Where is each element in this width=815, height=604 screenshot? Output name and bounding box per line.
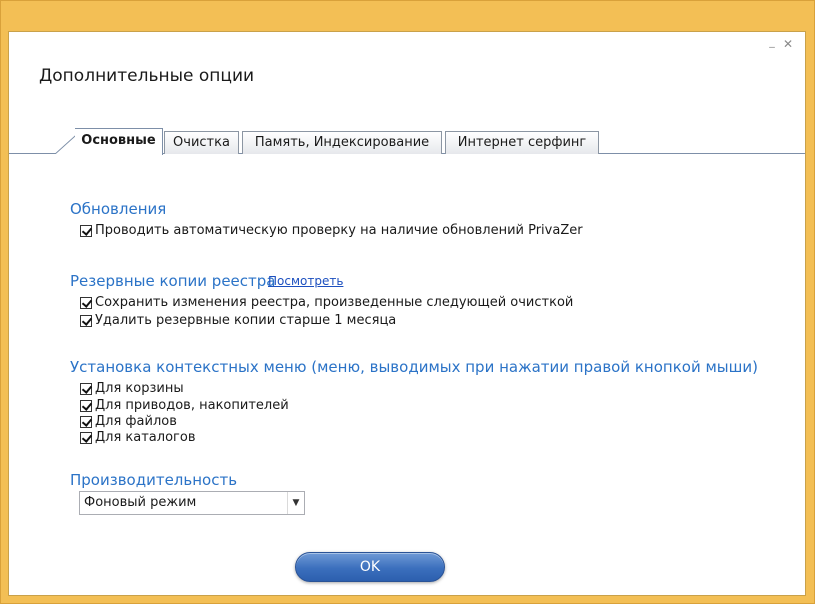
close-icon[interactable]: ✕ <box>781 37 795 51</box>
checkbox-row-auto-update[interactable]: Проводить автоматическую проверку на нал… <box>80 223 583 238</box>
performance-select[interactable]: Фоновый режим ▼ <box>79 491 305 515</box>
select-value: Фоновый режим <box>84 495 197 510</box>
checkbox-row-save-registry[interactable]: Сохранить изменения реестра, произведенн… <box>80 295 573 310</box>
options-dialog: _ ✕ Дополнительные опции Основные Очистк… <box>8 31 806 596</box>
checkbox-label: Сохранить изменения реестра, произведенн… <box>95 295 574 310</box>
minimize-icon[interactable]: _ <box>765 36 779 51</box>
section-title-registry-backups: Резервные копии реестра <box>70 272 276 290</box>
checkbox-save-registry[interactable] <box>80 296 92 309</box>
tab-bar: Основные Очистка Память, Индексирование … <box>9 128 805 155</box>
checkbox-label: Для корзины <box>95 381 184 396</box>
checkbox-row-delete-old-backups[interactable]: Удалить резервные копии старше 1 месяца <box>80 313 396 328</box>
tab-general[interactable]: Основные <box>75 128 163 155</box>
section-title-context-menu: Установка контекстных меню (меню, выводи… <box>70 358 758 376</box>
checkbox-row-folders[interactable]: Для каталогов <box>80 430 195 445</box>
checkbox-files[interactable] <box>80 415 92 428</box>
section-title-updates: Обновления <box>70 200 167 218</box>
checkbox-drives[interactable] <box>80 399 92 412</box>
checkbox-label: Для файлов <box>95 414 177 429</box>
checkbox-auto-update[interactable] <box>80 224 92 237</box>
checkbox-row-files[interactable]: Для файлов <box>80 414 177 429</box>
checkbox-label: Проводить автоматическую проверку на нал… <box>95 223 583 238</box>
window-controls: _ ✕ <box>765 36 795 51</box>
checkbox-row-drives[interactable]: Для приводов, накопителей <box>80 398 289 413</box>
checkbox-label: Удалить резервные копии старше 1 месяца <box>95 313 397 328</box>
chevron-down-icon[interactable]: ▼ <box>287 492 304 514</box>
checkbox-delete-old-backups[interactable] <box>80 314 92 327</box>
tab-memory-indexing[interactable]: Память, Индексирование <box>242 131 442 154</box>
checkbox-folders[interactable] <box>80 431 92 444</box>
checkbox-row-recycle-bin[interactable]: Для корзины <box>80 381 184 396</box>
checkbox-label: Для приводов, накопителей <box>95 398 289 413</box>
view-backups-link[interactable]: Посмотреть <box>268 274 343 288</box>
checkbox-recycle-bin[interactable] <box>80 382 92 395</box>
checkbox-label: Для каталогов <box>95 430 196 445</box>
section-title-performance: Производительность <box>70 471 238 489</box>
tab-cleanup[interactable]: Очистка <box>164 131 239 154</box>
dialog-title: Дополнительные опции <box>39 66 255 86</box>
tab-internet-surfing[interactable]: Интернет серфинг <box>445 131 599 154</box>
ok-button[interactable]: OK <box>295 552 445 582</box>
